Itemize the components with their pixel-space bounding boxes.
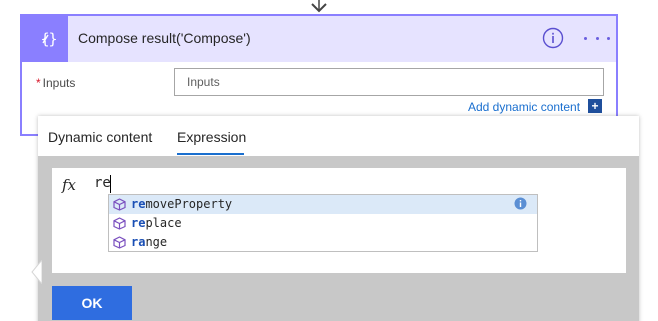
fx-icon: fx [62, 176, 77, 194]
connector-arrow-icon [311, 0, 327, 13]
popup-pointer-notch [31, 260, 42, 284]
function-cube-icon [113, 217, 126, 230]
expression-input[interactable]: re [94, 175, 111, 191]
add-dynamic-content-link[interactable]: Add dynamic content [468, 100, 580, 114]
suggestion-label: removeProperty [131, 197, 233, 211]
card-header[interactable]: { } Compose result('Compose') [22, 16, 616, 62]
expression-editor: fx re removeProperty replace range [52, 168, 626, 273]
inputs-label-text: Inputs [42, 76, 76, 90]
suggestion-item[interactable]: replace [109, 214, 537, 233]
workflow-canvas: { } Compose result('Compose') *Inputs In… [0, 0, 658, 321]
expression-panel-body: fx re removeProperty replace range OK [38, 156, 639, 321]
autocomplete-list: removeProperty replace range [108, 194, 538, 252]
suggestion-label: replace [131, 216, 182, 230]
info-icon[interactable] [542, 27, 564, 49]
inputs-field[interactable]: Inputs [174, 68, 604, 96]
active-tab-underline [177, 153, 244, 155]
suggestion-item[interactable]: removeProperty [109, 195, 537, 214]
suggestion-label: range [131, 235, 168, 249]
function-cube-icon [113, 198, 126, 211]
suggestion-info-icon[interactable] [514, 197, 527, 210]
svg-text:}: } [48, 30, 57, 48]
add-dynamic-content-plus-icon[interactable]: + [588, 99, 602, 113]
compose-braces-icon: { } [40, 30, 57, 48]
ok-button[interactable]: OK [52, 286, 132, 320]
popup-tabs: Dynamic content Expression [38, 116, 639, 156]
dynamic-content-popup: Dynamic content Expression fx re removeP… [38, 116, 639, 321]
text-caret [110, 175, 111, 193]
function-cube-icon [113, 236, 126, 249]
required-marker: * [36, 76, 41, 90]
compose-icon-tile: { } [22, 16, 68, 62]
inputs-label: * Inputs [36, 76, 75, 90]
tab-dynamic-content[interactable]: Dynamic content [48, 129, 152, 145]
suggestion-item[interactable]: range [109, 233, 537, 252]
more-options-icon[interactable] [584, 28, 610, 48]
card-title: Compose result('Compose') [78, 30, 251, 46]
tab-expression[interactable]: Expression [177, 129, 246, 145]
